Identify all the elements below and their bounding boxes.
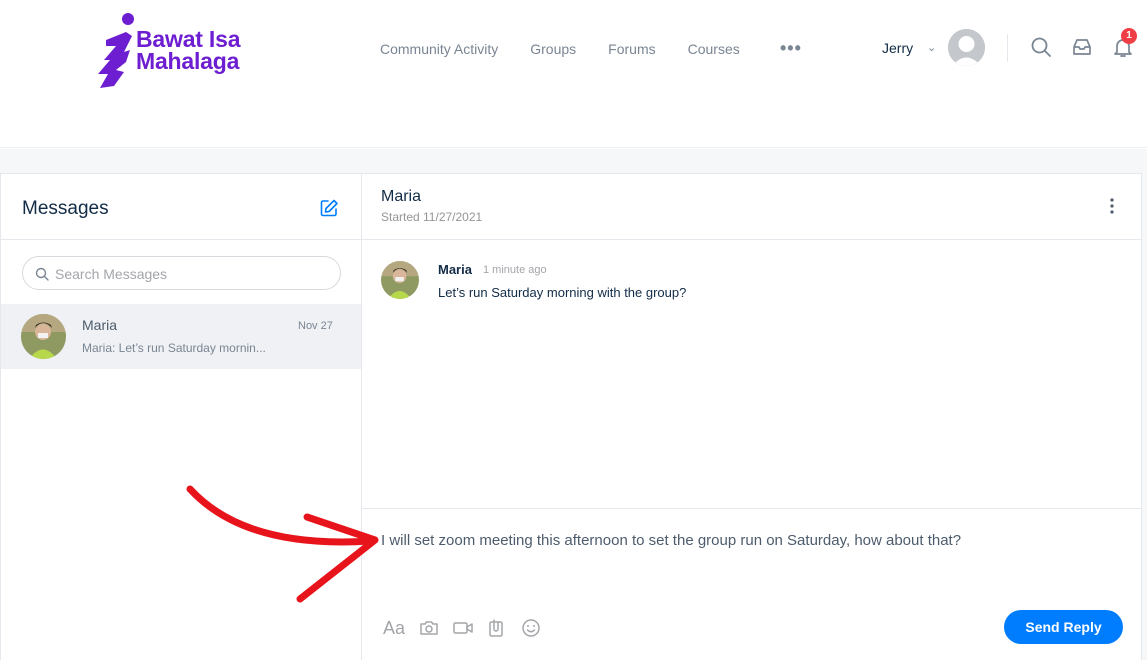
search-messages-input[interactable] [55,264,325,284]
messages-title: Messages [22,198,109,219]
conversation-panel: Maria Started 11/27/2021 Maria 1 minute … [361,173,1142,660]
nav-groups[interactable]: Groups [530,40,576,58]
search-icon[interactable] [1030,36,1052,58]
conversation-title[interactable]: Maria [381,188,421,206]
notification-badge: 1 [1121,28,1137,44]
search-icon [35,267,49,281]
emoji-icon[interactable] [519,617,543,639]
video-icon[interactable] [451,617,475,639]
compose-icon[interactable] [319,198,339,218]
nav-more-button[interactable]: ••• [780,38,802,59]
logo-text: Bawat Isa Mahalaga [136,26,241,74]
inbox-icon[interactable] [1071,36,1093,58]
attachment-icon[interactable] [485,617,509,639]
header-divider [1007,34,1008,62]
nav-courses[interactable]: Courses [688,40,740,58]
site-header: Bawat Isa Mahalaga Community Activity Gr… [0,0,1147,148]
main-nav: Community Activity Groups Forums Courses [380,40,772,58]
conversation-started-date: Started 11/27/2021 [381,210,483,224]
reply-composer: I will set zoom meeting this afternoon t… [362,508,1141,660]
message-time: 1 minute ago [483,264,547,276]
messages-sidebar: Messages Maria Nov 27 Maria: Let’s run S… [0,173,361,660]
messages-sidebar-header: Messages [1,174,361,240]
avatar [21,314,66,359]
more-vertical-icon[interactable] [1106,196,1118,216]
send-reply-button[interactable]: Send Reply [1004,610,1123,644]
chevron-down-icon[interactable]: ⌄ [927,41,936,54]
composer-toolbar: Aa [381,617,553,639]
format-text-button[interactable]: Aa [381,617,407,639]
reply-input[interactable]: I will set zoom meeting this afternoon t… [381,531,1121,551]
message-author[interactable]: Maria [438,262,472,277]
user-menu-name[interactable]: Jerry [882,40,913,56]
nav-forums[interactable]: Forums [608,40,655,58]
thread-name: Maria [82,317,118,333]
thread-preview: Maria: Let’s run Saturday mornin... [82,341,266,355]
nav-community-activity[interactable]: Community Activity [380,40,498,58]
thread-date: Nov 27 [298,320,333,332]
thread-item[interactable]: Maria Nov 27 Maria: Let’s run Saturday m… [1,304,361,369]
message-text: Let’s run Saturday morning with the grou… [438,285,687,300]
user-avatar[interactable] [948,29,985,66]
camera-icon[interactable] [417,617,441,639]
search-messages [22,256,341,290]
avatar[interactable] [381,261,419,299]
site-logo[interactable]: Bawat Isa Mahalaga [96,10,256,90]
conversation-header: Maria Started 11/27/2021 [362,174,1141,240]
